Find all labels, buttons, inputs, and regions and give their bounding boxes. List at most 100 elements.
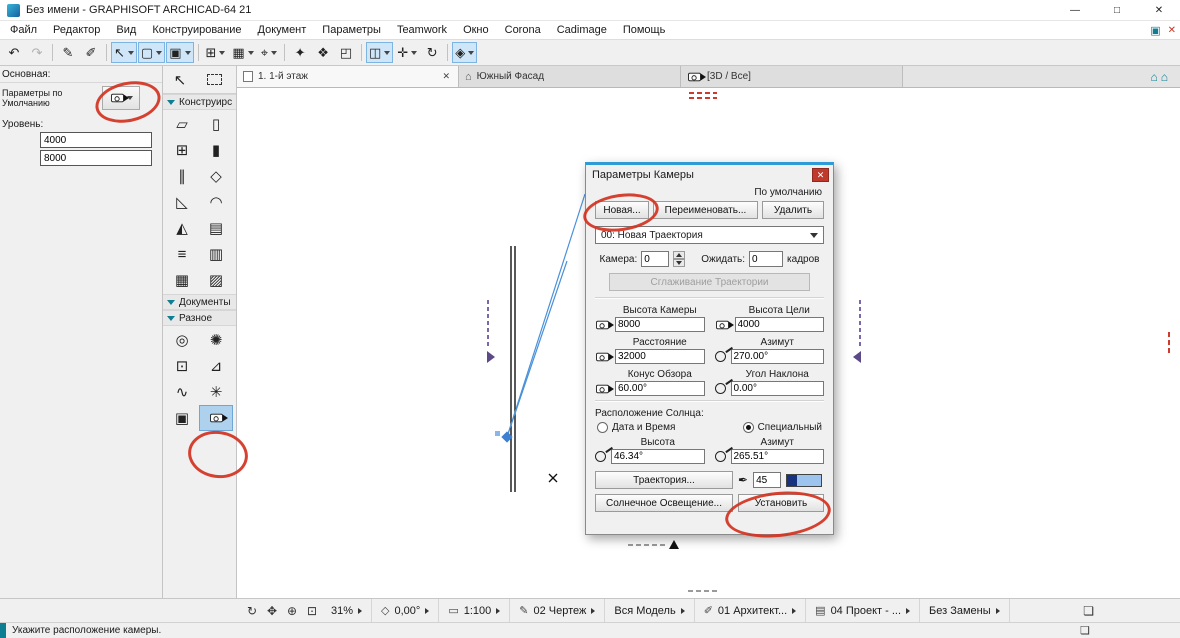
favorites-control[interactable]: ▤ 04 Проект - ...	[806, 599, 921, 622]
path-options-button[interactable]: Траектория...	[595, 471, 733, 489]
tab-south-elevation[interactable]: ⌂ Южный Фасад	[459, 66, 681, 87]
zoom-in-icon[interactable]: ⊕	[282, 604, 302, 618]
camera-height-quick-input[interactable]	[40, 132, 152, 148]
new-path-button[interactable]: Новая...	[595, 201, 649, 219]
groups-button[interactable]: ❖	[312, 42, 334, 63]
wall-tool[interactable]: ▱	[165, 111, 199, 137]
target-height-input[interactable]	[734, 317, 824, 332]
hotspot-tool[interactable]: ◎	[165, 327, 199, 353]
inject-parameters-button[interactable]: ✐	[80, 42, 102, 63]
morph-tool[interactable]: ◭	[165, 215, 199, 241]
camera-number-input[interactable]	[641, 251, 670, 267]
move-button[interactable]: ✛	[394, 42, 420, 63]
tab-3d-all[interactable]: [3D / Все]	[681, 66, 903, 87]
sun-azimuth-input[interactable]	[730, 449, 824, 464]
menu-teamwork[interactable]: Teamwork	[389, 24, 455, 36]
target-height-quick-input[interactable]	[40, 150, 152, 166]
stair-tool[interactable]: ≡	[165, 241, 199, 267]
menu-window[interactable]: Окно	[455, 24, 497, 36]
menu-options[interactable]: Параметры	[314, 24, 389, 36]
menu-cadimage[interactable]: Cadimage	[549, 24, 615, 36]
copy-icon[interactable]: ❏	[1080, 624, 1090, 637]
lamp-tool[interactable]: ✺	[199, 327, 233, 353]
graphic-override-control[interactable]: Без Замены	[920, 599, 1010, 622]
toolbox-section-design[interactable]: Конструирс	[163, 94, 236, 110]
zoom-level-control[interactable]: 31%	[322, 599, 373, 622]
favorites-button[interactable]: ▣	[166, 42, 194, 63]
zone-tool[interactable]: ▨	[199, 267, 233, 293]
project-map-icon[interactable]: ⌂	[1151, 70, 1158, 84]
orientation-control[interactable]: ◇ 0,00°	[372, 599, 440, 622]
arrow-tool-button[interactable]: ↖	[111, 42, 137, 63]
tab-floor-plan[interactable]: 1. 1-й этаж ✕	[237, 66, 459, 87]
maximize-button[interactable]: □	[1096, 0, 1138, 21]
select-arrow-tool[interactable]: ↖	[163, 66, 197, 93]
menu-corona[interactable]: Corona	[497, 24, 549, 36]
zoom-to-fit-icon[interactable]: ↻	[242, 604, 262, 618]
panel-toggle-icon[interactable]: ▣	[1150, 24, 1160, 37]
menu-view[interactable]: Вид	[108, 24, 144, 36]
spline-tool[interactable]: ∿	[165, 379, 199, 405]
beam-tool[interactable]: ∥	[165, 163, 199, 189]
toolbox-section-more[interactable]: Разное	[163, 310, 236, 326]
suspend-groups-button[interactable]: ◰	[335, 42, 357, 63]
menu-help[interactable]: Помощь	[615, 24, 674, 36]
camera-height-input[interactable]	[615, 317, 705, 332]
menu-file[interactable]: Файл	[2, 24, 45, 36]
scale-control[interactable]: ▭ 1:100	[439, 599, 511, 622]
layer-combination-control[interactable]: ✐ 01 Архитект...	[695, 599, 807, 622]
camera-number-up-button[interactable]	[673, 251, 686, 259]
marquee-select-tool[interactable]	[197, 66, 231, 93]
camera-tool[interactable]	[199, 405, 233, 431]
close-button[interactable]: ✕	[1138, 0, 1180, 21]
mesh-tool[interactable]: ▦	[165, 267, 199, 293]
column-tool[interactable]: ▮	[199, 137, 233, 163]
zoom-window-icon[interactable]: ⊡	[302, 604, 322, 618]
trace-reference-button[interactable]: ◫	[366, 42, 394, 63]
minimize-button[interactable]: —	[1054, 0, 1096, 21]
sun-object-tool[interactable]: ✳	[199, 379, 233, 405]
guide-lines-button[interactable]: ▦	[229, 42, 256, 63]
undo-button[interactable]: ↶	[3, 42, 25, 63]
wait-frames-input[interactable]	[749, 251, 784, 267]
railing-tool[interactable]: ▥	[199, 241, 233, 267]
pen-number-input[interactable]	[753, 472, 782, 488]
pen-color-swatch[interactable]	[786, 473, 823, 487]
window-tool[interactable]: ◇	[199, 163, 233, 189]
model-filter-control[interactable]: Вся Модель	[605, 599, 695, 622]
azimuth-input[interactable]	[730, 349, 824, 364]
3d-visualization-button[interactable]: ◈	[452, 42, 478, 63]
view-cone-input[interactable]	[615, 381, 705, 396]
tilt-angle-input[interactable]	[730, 381, 824, 396]
grid-element-tool[interactable]: ⊡	[165, 353, 199, 379]
menu-edit[interactable]: Редактор	[45, 24, 108, 36]
pan-icon[interactable]: ✥	[262, 604, 282, 618]
organizer-icon[interactable]: ⌂	[1161, 70, 1168, 84]
magic-wand-button[interactable]: ✦	[289, 42, 311, 63]
curtain-wall-tool[interactable]: ▤	[199, 215, 233, 241]
figure-tool[interactable]: ▣	[165, 405, 199, 431]
marquee-tool-button[interactable]: ▢	[137, 42, 166, 63]
slab-tool[interactable]: ⊞	[165, 137, 199, 163]
menu-document[interactable]: Документ	[250, 24, 315, 36]
camera-number-down-button[interactable]	[673, 259, 686, 267]
door-tool[interactable]: ▯	[199, 111, 233, 137]
toolbox-section-document[interactable]: Документы	[163, 294, 236, 310]
new-window-icon[interactable]: ❏	[1083, 604, 1094, 618]
dialog-close-button[interactable]: ✕	[812, 168, 829, 182]
redo-button[interactable]: ↷	[26, 42, 48, 63]
radio-date-time[interactable]: Дата и Время	[597, 422, 675, 433]
roof-tool[interactable]: ◺	[165, 189, 199, 215]
path-select[interactable]: 00: Новая Траектория	[595, 226, 824, 244]
apply-button[interactable]: Установить	[738, 494, 824, 512]
close-palette-icon[interactable]: ✕	[1168, 25, 1176, 36]
tab-close-icon[interactable]: ✕	[440, 71, 452, 82]
rename-path-button[interactable]: Переименовать...	[653, 201, 758, 219]
menu-design[interactable]: Конструирование	[144, 24, 249, 36]
distance-input[interactable]	[615, 349, 705, 364]
sun-altitude-input[interactable]	[611, 449, 705, 464]
camera-defaults-button[interactable]	[102, 86, 140, 110]
pen-set-control[interactable]: ✎ 02 Чертеж	[510, 599, 606, 622]
grid-snap-button[interactable]: ⊞	[203, 42, 229, 63]
radio-custom[interactable]: Специальный	[742, 422, 822, 433]
